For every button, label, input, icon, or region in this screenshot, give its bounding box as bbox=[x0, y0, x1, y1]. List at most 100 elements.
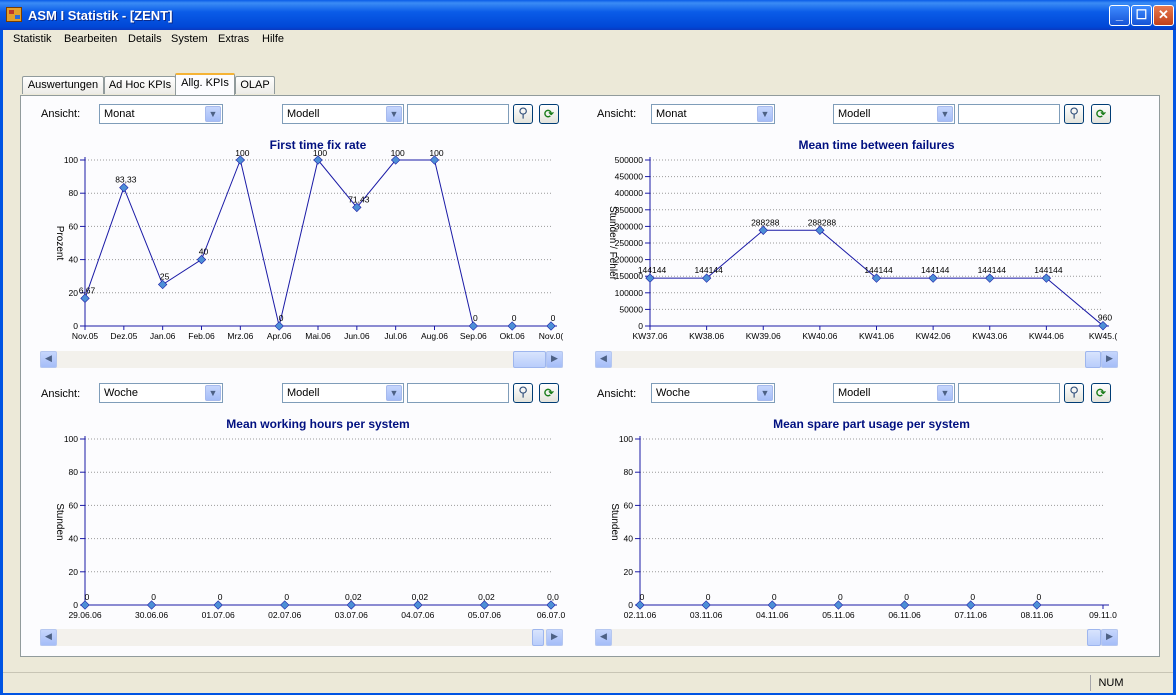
scroll-left-icon[interactable]: ◀ bbox=[40, 629, 57, 646]
modell-select[interactable]: Modell ▼ bbox=[833, 383, 955, 403]
modell-select[interactable]: Modell ▼ bbox=[833, 104, 955, 124]
refresh-button[interactable]: ⟳ bbox=[539, 104, 559, 124]
tab-auswertungen[interactable]: Auswertungen bbox=[22, 76, 104, 94]
scroll-thumb[interactable] bbox=[513, 351, 546, 368]
data-point bbox=[767, 600, 777, 610]
x-tick-label: KW43.06 bbox=[972, 331, 1007, 341]
maximize-button[interactable]: ☐ bbox=[1131, 5, 1152, 26]
data-label: 0 bbox=[279, 313, 284, 323]
y-tick-label: 40 bbox=[69, 255, 79, 265]
chevron-down-icon[interactable]: ▼ bbox=[205, 385, 221, 401]
data-point bbox=[280, 600, 290, 610]
x-tick-label: KW41.06 bbox=[859, 331, 894, 341]
scroll-right-icon[interactable]: ▶ bbox=[1101, 629, 1118, 646]
menu-system[interactable]: System bbox=[171, 33, 208, 45]
scroll-thumb[interactable] bbox=[532, 629, 544, 646]
data-label: 0,02 bbox=[412, 592, 429, 602]
ansicht-select[interactable]: Monat ▼ bbox=[99, 104, 223, 124]
chart-title: Mean time between failures bbox=[798, 138, 954, 152]
filter-input[interactable] bbox=[407, 104, 509, 124]
scroll-thumb[interactable] bbox=[1085, 351, 1101, 368]
x-tick-label: 05.07.06 bbox=[468, 610, 501, 620]
y-tick-label: 20 bbox=[624, 567, 634, 577]
tab-ad-hoc-kpis[interactable]: Ad Hoc KPIs bbox=[104, 76, 176, 94]
x-tick-label: 30.06.06 bbox=[135, 610, 168, 620]
search-button[interactable]: ⚲ bbox=[1064, 104, 1084, 124]
tab-olap[interactable]: OLAP bbox=[235, 76, 275, 94]
y-tick-label: 60 bbox=[69, 221, 79, 231]
ansicht-select[interactable]: Woche ▼ bbox=[99, 383, 223, 403]
chevron-down-icon[interactable]: ▼ bbox=[757, 385, 773, 401]
refresh-button[interactable]: ⟳ bbox=[1091, 104, 1111, 124]
menu-extras[interactable]: Extras bbox=[218, 33, 249, 45]
chart-scrollbar[interactable]: ◀ ▶ bbox=[595, 629, 1118, 646]
scroll-left-icon[interactable]: ◀ bbox=[40, 351, 57, 368]
modell-select[interactable]: Modell ▼ bbox=[282, 104, 404, 124]
refresh-button[interactable]: ⟳ bbox=[1091, 383, 1111, 403]
data-label: 0 bbox=[151, 592, 156, 602]
data-point bbox=[899, 600, 910, 610]
scroll-right-icon[interactable]: ▶ bbox=[1101, 351, 1118, 368]
scroll-right-icon[interactable]: ▶ bbox=[546, 629, 563, 646]
chart-scrollbar[interactable]: ◀ ▶ bbox=[40, 629, 563, 646]
ansicht-label: Ansicht: bbox=[597, 108, 637, 120]
data-label: 40 bbox=[199, 247, 209, 257]
x-tick-label: Nov.0( bbox=[539, 331, 564, 341]
ansicht-select[interactable]: Monat ▼ bbox=[651, 104, 775, 124]
filter-input[interactable] bbox=[407, 383, 509, 403]
menu-bearbeiten[interactable]: Bearbeiten bbox=[64, 33, 117, 45]
data-label: 960 bbox=[1098, 313, 1112, 323]
menu-statistik[interactable]: Statistik bbox=[13, 33, 52, 45]
minimize-button[interactable]: _ bbox=[1109, 5, 1130, 26]
chart-scrollbar[interactable]: ◀ ▶ bbox=[595, 351, 1118, 368]
close-button[interactable]: ✕ bbox=[1153, 5, 1174, 26]
y-axis-label: Stunden bbox=[54, 503, 65, 540]
ansicht-label: Ansicht: bbox=[597, 388, 637, 400]
search-button[interactable]: ⚲ bbox=[1064, 383, 1084, 403]
y-tick-label: 100 bbox=[64, 155, 78, 165]
scroll-left-icon[interactable]: ◀ bbox=[595, 629, 612, 646]
chart-scrollbar[interactable]: ◀ ▶ bbox=[40, 351, 563, 368]
x-tick-label: Feb.06 bbox=[188, 331, 215, 341]
data-label: 100 bbox=[391, 148, 405, 158]
refresh-button[interactable]: ⟳ bbox=[539, 383, 559, 403]
data-label: 0 bbox=[85, 592, 90, 602]
ansicht-select[interactable]: Woche ▼ bbox=[651, 383, 775, 403]
tab-allg-kpis[interactable]: Allg. KPIs bbox=[175, 73, 235, 95]
data-point bbox=[80, 600, 90, 610]
x-tick-label: Nov.05 bbox=[72, 331, 99, 341]
scroll-right-icon[interactable]: ▶ bbox=[546, 351, 563, 368]
scroll-thumb[interactable] bbox=[1087, 629, 1101, 646]
menu-details[interactable]: Details bbox=[128, 33, 162, 45]
x-tick-label: Sep.06 bbox=[460, 331, 487, 341]
chevron-down-icon[interactable]: ▼ bbox=[205, 106, 221, 122]
data-label: 25 bbox=[160, 272, 170, 282]
chart-mean-working-hours: Mean working hours per system 0 20 40 60 80 10… bbox=[54, 417, 565, 620]
x-tick-label: Aug.06 bbox=[421, 331, 448, 341]
chevron-down-icon[interactable]: ▼ bbox=[386, 385, 402, 401]
data-label: 0 bbox=[218, 592, 223, 602]
chevron-down-icon[interactable]: ▼ bbox=[937, 106, 953, 122]
modell-select[interactable]: Modell ▼ bbox=[282, 383, 404, 403]
search-button[interactable]: ⚲ bbox=[513, 383, 533, 403]
search-button[interactable]: ⚲ bbox=[513, 104, 533, 124]
chevron-down-icon[interactable]: ▼ bbox=[937, 385, 953, 401]
y-tick-label: 50000 bbox=[619, 304, 643, 314]
filter-input[interactable] bbox=[958, 104, 1060, 124]
x-tick-label: KW38.06 bbox=[689, 331, 724, 341]
data-point bbox=[274, 321, 284, 331]
data-label: 0 bbox=[706, 592, 711, 602]
chevron-down-icon[interactable]: ▼ bbox=[757, 106, 773, 122]
menu-hilfe[interactable]: Hilfe bbox=[262, 33, 284, 45]
data-label: 100 bbox=[235, 148, 249, 158]
data-label: 0,02 bbox=[345, 592, 362, 602]
data-point bbox=[635, 600, 645, 610]
title-bar[interactable]: ASM I Statistik - [ZENT] _ ☐ ✕ bbox=[0, 0, 1176, 30]
filter-input[interactable] bbox=[958, 383, 1060, 403]
y-axis-label: Stunden / Fehler bbox=[607, 206, 618, 281]
x-tick-label: Apr.06 bbox=[267, 331, 292, 341]
data-point bbox=[413, 600, 423, 610]
data-label: 0 bbox=[640, 592, 645, 602]
scroll-left-icon[interactable]: ◀ bbox=[595, 351, 612, 368]
chevron-down-icon[interactable]: ▼ bbox=[386, 106, 402, 122]
